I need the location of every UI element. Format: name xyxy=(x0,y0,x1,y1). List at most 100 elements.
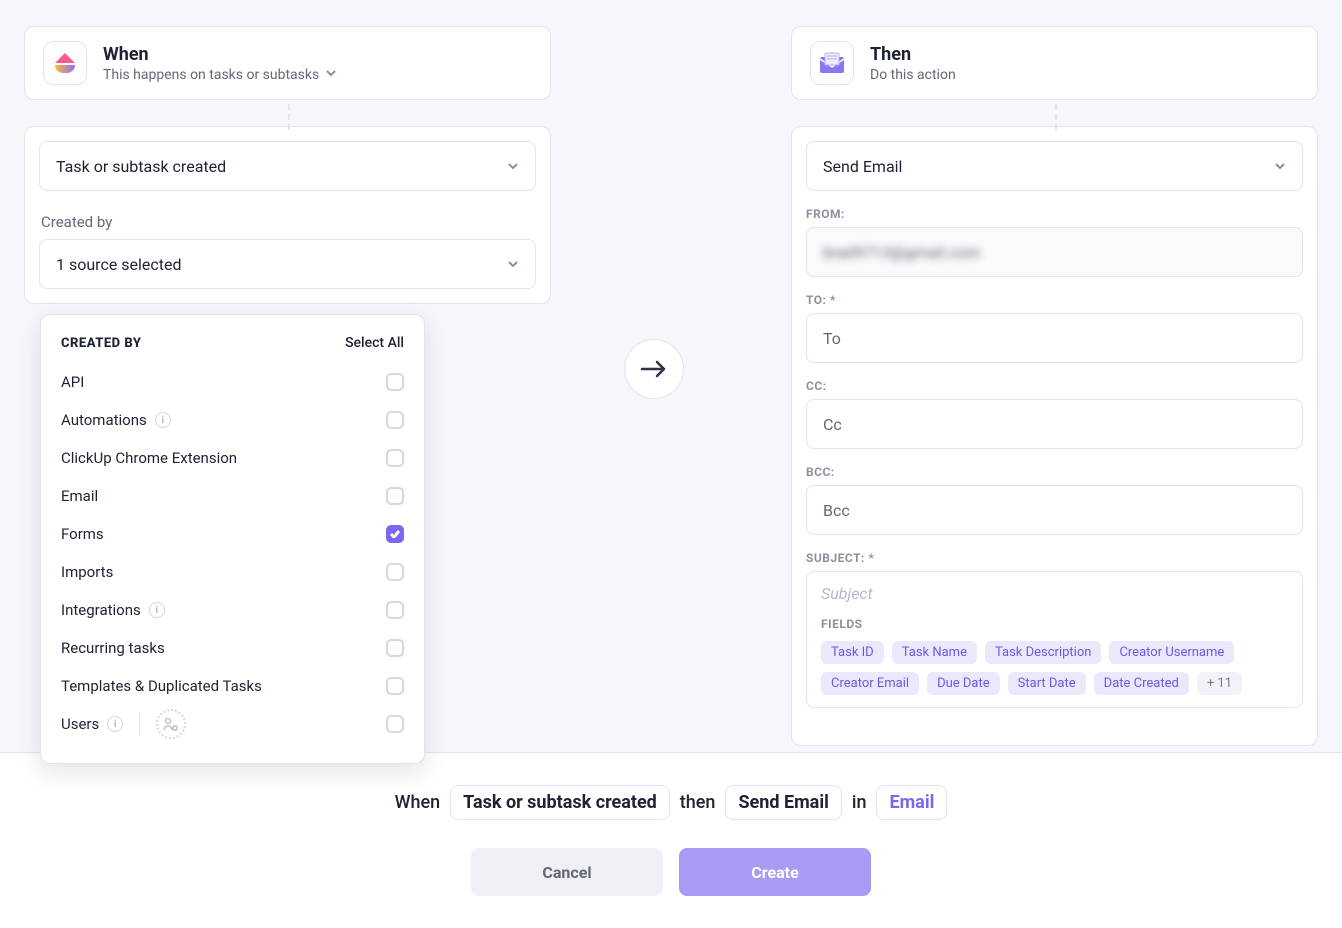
subject-placeholder: Subject xyxy=(821,584,1288,603)
trigger-select[interactable]: Task or subtask created xyxy=(39,141,536,191)
dropdown-option[interactable]: Integrations i xyxy=(61,591,404,629)
dropdown-option-label: Templates & Duplicated Tasks xyxy=(61,677,262,695)
subject-field[interactable]: Subject FIELDS Task ID Task Name Task Desc… xyxy=(806,571,1303,708)
dropdown-option-label: ClickUp Chrome Extension xyxy=(61,449,237,467)
created-by-value: 1 source selected xyxy=(56,255,182,274)
workflow-canvas: When This happens on tasks or subtasks T… xyxy=(0,0,1342,752)
when-subtitle-trigger[interactable]: This happens on tasks or subtasks xyxy=(103,67,337,83)
from-value: brad9713@gmail.com xyxy=(823,243,980,262)
flow-arrow-circle xyxy=(624,339,684,399)
dropdown-option[interactable]: Email xyxy=(61,477,404,515)
then-config-card: Send Email FROM: brad9713@gmail.com TO: … xyxy=(791,126,1318,746)
checkbox[interactable] xyxy=(386,525,404,543)
then-column: Then Do this action Send Email FROM: bra… xyxy=(791,26,1318,746)
dropdown-option[interactable]: Imports xyxy=(61,553,404,591)
dropdown-option-label: Automations xyxy=(61,411,147,429)
summary-trigger-tag[interactable]: Task or subtask created xyxy=(450,785,670,820)
to-field[interactable]: To xyxy=(806,313,1303,363)
when-column: When This happens on tasks or subtasks T… xyxy=(24,26,551,304)
from-field[interactable]: brad9713@gmail.com xyxy=(806,227,1303,277)
action-select-value: Send Email xyxy=(823,157,902,176)
checkbox[interactable] xyxy=(386,411,404,429)
when-header-card: When This happens on tasks or subtasks xyxy=(24,26,551,100)
info-icon[interactable]: i xyxy=(149,602,165,618)
field-chip[interactable]: Task Name xyxy=(892,641,977,664)
when-config-card: Task or subtask created Created by 1 sou… xyxy=(24,126,551,304)
to-placeholder: To xyxy=(823,329,841,348)
dropdown-option-label: API xyxy=(61,373,84,391)
info-icon[interactable]: i xyxy=(107,716,123,732)
dropdown-option[interactable]: Recurring tasks xyxy=(61,629,404,667)
checkbox[interactable] xyxy=(386,677,404,695)
footer-bar: When Task or subtask created then Send E… xyxy=(0,752,1342,928)
bcc-placeholder: Bcc xyxy=(823,501,850,520)
create-button[interactable]: Create xyxy=(679,848,871,896)
then-title: Then xyxy=(870,44,956,65)
summary-then-word: then xyxy=(680,792,716,813)
dropdown-title: CREATED BY xyxy=(61,336,141,351)
email-icon xyxy=(810,41,854,85)
connector-line xyxy=(1055,104,1057,130)
to-label: TO: * xyxy=(806,293,1303,307)
field-chip[interactable]: Creator Username xyxy=(1109,641,1234,664)
bcc-label: BCC: xyxy=(806,465,1303,479)
field-chip[interactable]: Task Description xyxy=(985,641,1101,664)
dropdown-option-label: Forms xyxy=(61,525,104,543)
arrow-right-icon xyxy=(640,359,668,379)
automation-summary: When Task or subtask created then Send E… xyxy=(395,785,948,820)
connector-line xyxy=(288,104,290,130)
fields-heading: FIELDS xyxy=(821,617,1288,631)
dropdown-option[interactable]: Automations i xyxy=(61,401,404,439)
checkbox[interactable] xyxy=(386,639,404,657)
checkbox[interactable] xyxy=(386,715,404,733)
field-chip[interactable]: Start Date xyxy=(1008,672,1086,695)
field-chip[interactable]: Creator Email xyxy=(821,672,919,695)
checkbox[interactable] xyxy=(386,601,404,619)
dropdown-option-label: Email xyxy=(61,487,98,505)
action-select[interactable]: Send Email xyxy=(806,141,1303,191)
when-title: When xyxy=(103,44,337,65)
then-header-card: Then Do this action xyxy=(791,26,1318,100)
cc-placeholder: Cc xyxy=(823,415,842,434)
checkbox[interactable] xyxy=(386,563,404,581)
field-chips: Task ID Task Name Task Description Creator … xyxy=(821,641,1288,695)
field-chip[interactable]: Task ID xyxy=(821,641,884,664)
dropdown-option[interactable]: ClickUp Chrome Extension xyxy=(61,439,404,477)
subject-label: SUBJECT: * xyxy=(806,551,1303,565)
dropdown-option[interactable]: API xyxy=(61,363,404,401)
checkbox[interactable] xyxy=(386,487,404,505)
dropdown-option[interactable]: Usersi xyxy=(61,705,404,743)
summary-location-tag[interactable]: Email xyxy=(876,785,947,820)
dropdown-option-label: Integrations xyxy=(61,601,141,619)
when-subtitle-text: This happens on tasks or subtasks xyxy=(103,67,319,83)
cc-label: CC: xyxy=(806,379,1303,393)
bcc-field[interactable]: Bcc xyxy=(806,485,1303,535)
chevron-down-icon xyxy=(507,255,519,274)
dropdown-option-label: Recurring tasks xyxy=(61,639,165,657)
checkbox[interactable] xyxy=(386,373,404,391)
created-by-dropdown: CREATED BY Select All API Automations i Cli… xyxy=(40,314,425,764)
cc-field[interactable]: Cc xyxy=(806,399,1303,449)
cancel-button[interactable]: Cancel xyxy=(471,848,663,896)
trigger-select-value: Task or subtask created xyxy=(56,157,226,176)
dropdown-option-label: Imports xyxy=(61,563,113,581)
created-by-select[interactable]: 1 source selected xyxy=(39,239,536,289)
dropdown-option-label: Users xyxy=(61,715,99,733)
created-by-label: Created by xyxy=(41,213,536,231)
field-chip-more[interactable]: + 11 xyxy=(1197,672,1242,695)
select-all-button[interactable]: Select All xyxy=(345,335,404,351)
summary-action-tag[interactable]: Send Email xyxy=(725,785,841,820)
summary-when-word: When xyxy=(395,792,441,813)
divider xyxy=(139,712,140,736)
field-chip[interactable]: Due Date xyxy=(927,672,1000,695)
dropdown-option[interactable]: Forms xyxy=(61,515,404,553)
chevron-down-icon xyxy=(507,157,519,176)
info-icon[interactable]: i xyxy=(155,412,171,428)
dropdown-option[interactable]: Templates & Duplicated Tasks xyxy=(61,667,404,705)
checkbox[interactable] xyxy=(386,449,404,467)
field-chip[interactable]: Date Created xyxy=(1094,672,1189,695)
summary-in-word: in xyxy=(852,792,867,813)
chevron-down-icon xyxy=(325,67,337,83)
add-people-icon[interactable] xyxy=(156,709,186,739)
then-subtitle: Do this action xyxy=(870,67,956,83)
